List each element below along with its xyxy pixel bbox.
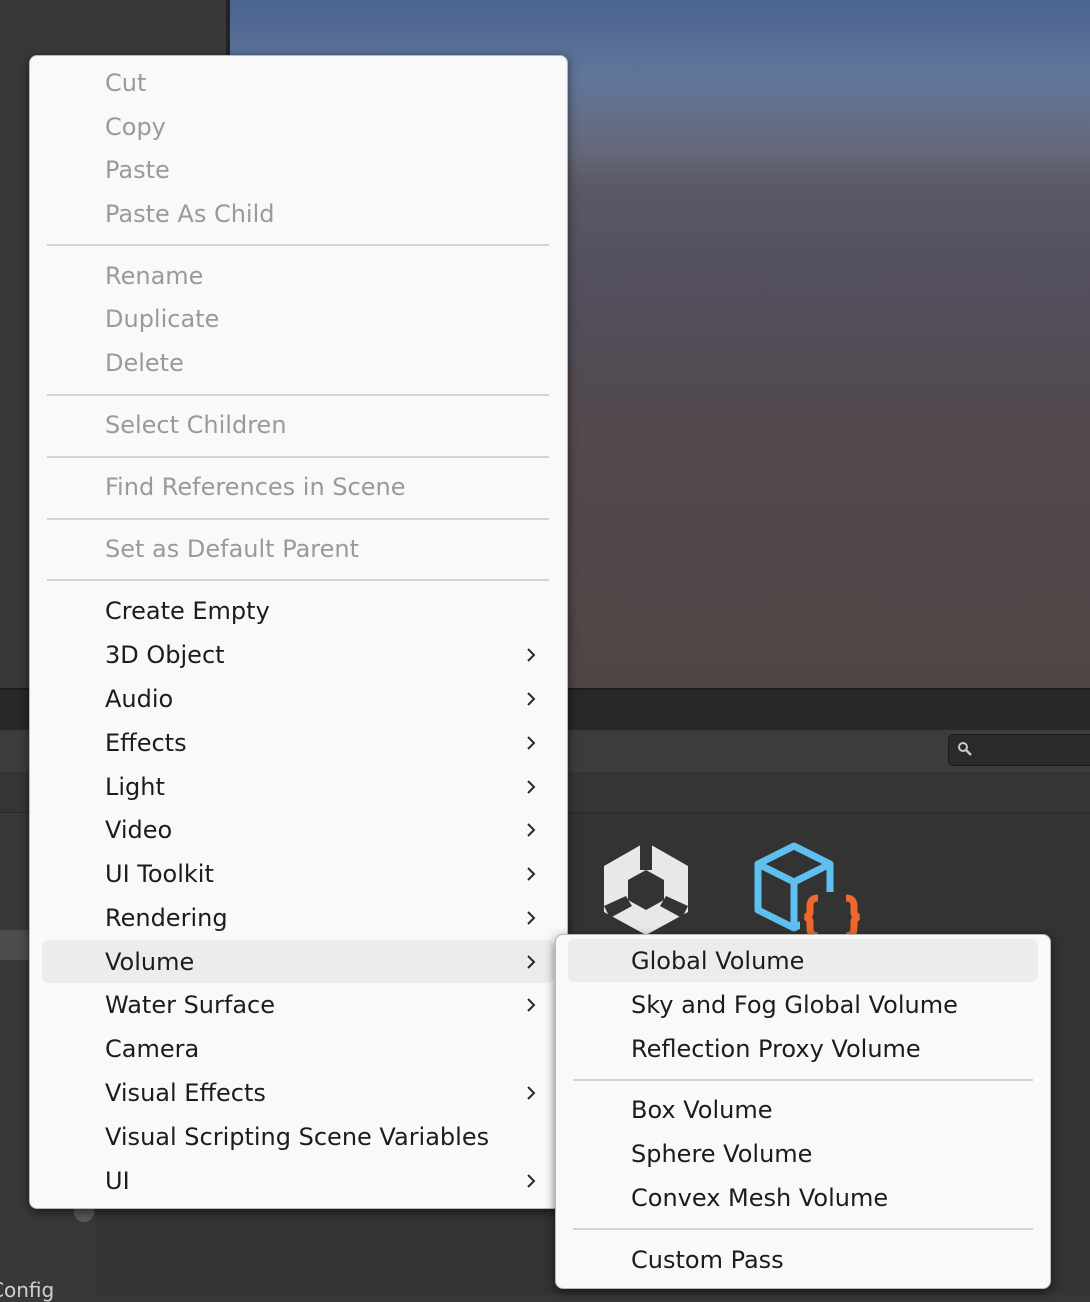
menu-item-label: Custom Pass	[631, 1245, 784, 1274]
menu-item-light[interactable]: Light	[42, 765, 554, 808]
menu-item-video[interactable]: Video	[42, 808, 554, 851]
search-icon	[958, 742, 972, 756]
menu-item-label: 3D Object	[105, 640, 225, 669]
menu-item-label: Sphere Volume	[631, 1139, 813, 1168]
menu-item-delete[interactable]: Delete	[42, 341, 554, 384]
submenu-item-sphere-volume[interactable]: Sphere Volume	[568, 1132, 1038, 1175]
menu-item-audio[interactable]: Audio	[42, 677, 554, 720]
submenu-item-global-volume[interactable]: Global Volume	[568, 939, 1038, 982]
menu-item-label: Global Volume	[631, 946, 805, 975]
menu-item-volume[interactable]: Volume	[42, 940, 554, 983]
menu-item-label: UI Toolkit	[105, 859, 214, 888]
menu-item-label: Duplicate	[105, 304, 220, 333]
chevron-right-icon	[527, 735, 536, 750]
menu-separator	[573, 1228, 1033, 1230]
menu-separator	[47, 579, 549, 581]
menu-item-3d-object[interactable]: 3D Object	[42, 633, 554, 676]
chevron-right-icon	[527, 910, 536, 925]
unity-scene-asset-icon[interactable]	[596, 840, 696, 935]
menu-item-copy[interactable]: Copy	[42, 105, 554, 148]
volume-submenu: Global Volume Sky and Fog Global Volume …	[555, 934, 1051, 1289]
menu-item-rendering[interactable]: Rendering	[42, 896, 554, 939]
menu-item-label: Select Children	[105, 410, 287, 439]
menu-item-set-default-parent[interactable]: Set as Default Parent	[42, 527, 554, 570]
chevron-right-icon	[527, 822, 536, 837]
menu-item-label: Create Empty	[105, 596, 270, 625]
submenu-item-reflection-proxy-volume[interactable]: Reflection Proxy Volume	[568, 1027, 1038, 1070]
menu-item-label: Camera	[105, 1034, 200, 1063]
menu-item-label: Audio	[105, 684, 174, 713]
menu-item-label: UI	[105, 1166, 130, 1195]
menu-item-label: Water Surface	[105, 990, 276, 1019]
menu-item-label: Cut	[105, 68, 147, 97]
menu-item-label: Video	[105, 815, 173, 844]
menu-separator	[47, 518, 549, 520]
menu-item-label: Paste	[105, 155, 170, 184]
menu-item-paste[interactable]: Paste	[42, 148, 554, 191]
menu-item-label: Box Volume	[631, 1095, 773, 1124]
submenu-item-custom-pass[interactable]: Custom Pass	[568, 1238, 1038, 1281]
menu-item-label: Reflection Proxy Volume	[631, 1034, 921, 1063]
submenu-item-convex-mesh-volume[interactable]: Convex Mesh Volume	[568, 1176, 1038, 1219]
project-search-input[interactable]	[948, 734, 1090, 766]
menu-item-select-children[interactable]: Select Children	[42, 403, 554, 446]
menu-item-label: Visual Effects	[105, 1078, 266, 1107]
menu-item-ui[interactable]: UI	[42, 1159, 554, 1202]
menu-separator	[47, 456, 549, 458]
menu-item-cut[interactable]: Cut	[42, 61, 554, 104]
menu-item-ui-toolkit[interactable]: UI Toolkit	[42, 852, 554, 895]
menu-item-label: Rendering	[105, 903, 228, 932]
menu-separator	[47, 244, 549, 246]
menu-item-label: Volume	[105, 947, 195, 976]
menu-item-label: Delete	[105, 348, 184, 377]
menu-item-rename[interactable]: Rename	[42, 254, 554, 297]
submenu-item-sky-fog-global-volume[interactable]: Sky and Fog Global Volume	[568, 983, 1038, 1026]
menu-separator	[47, 394, 549, 396]
chevron-right-icon	[527, 691, 536, 706]
menu-item-label: Effects	[105, 728, 187, 757]
script-asset-icon[interactable]	[746, 840, 866, 935]
menu-item-water-surface[interactable]: Water Surface	[42, 983, 554, 1026]
chevron-right-icon	[527, 954, 536, 969]
chevron-right-icon	[527, 1173, 536, 1188]
menu-separator	[573, 1079, 1033, 1081]
chevron-right-icon	[527, 997, 536, 1012]
menu-item-label: Light	[105, 772, 165, 801]
menu-item-create-empty[interactable]: Create Empty	[42, 589, 554, 632]
hierarchy-context-menu: Cut Copy Paste Paste As Child Rename Dup…	[29, 55, 568, 1209]
chevron-right-icon	[527, 866, 536, 881]
menu-item-duplicate[interactable]: Duplicate	[42, 297, 554, 340]
folder-label-config[interactable]: Config	[0, 1278, 54, 1302]
menu-item-camera[interactable]: Camera	[42, 1027, 554, 1070]
menu-item-label: Paste As Child	[105, 199, 275, 228]
menu-item-visual-scripting-scene-variables[interactable]: Visual Scripting Scene Variables	[42, 1115, 554, 1158]
chevron-right-icon	[527, 779, 536, 794]
menu-item-label: Sky and Fog Global Volume	[631, 990, 958, 1019]
menu-item-effects[interactable]: Effects	[42, 721, 554, 764]
chevron-right-icon	[527, 647, 536, 662]
menu-item-label: Find References in Scene	[105, 472, 406, 501]
menu-item-label: Visual Scripting Scene Variables	[105, 1122, 490, 1151]
chevron-right-icon	[527, 1085, 536, 1100]
menu-item-label: Set as Default Parent	[105, 534, 360, 563]
menu-item-paste-as-child[interactable]: Paste As Child	[42, 192, 554, 235]
menu-item-label: Copy	[105, 112, 166, 141]
submenu-item-box-volume[interactable]: Box Volume	[568, 1088, 1038, 1131]
menu-item-visual-effects[interactable]: Visual Effects	[42, 1071, 554, 1114]
menu-item-label: Convex Mesh Volume	[631, 1183, 889, 1212]
selected-folder-row[interactable]	[0, 930, 30, 960]
menu-item-label: Rename	[105, 261, 204, 290]
menu-item-find-references[interactable]: Find References in Scene	[42, 465, 554, 508]
